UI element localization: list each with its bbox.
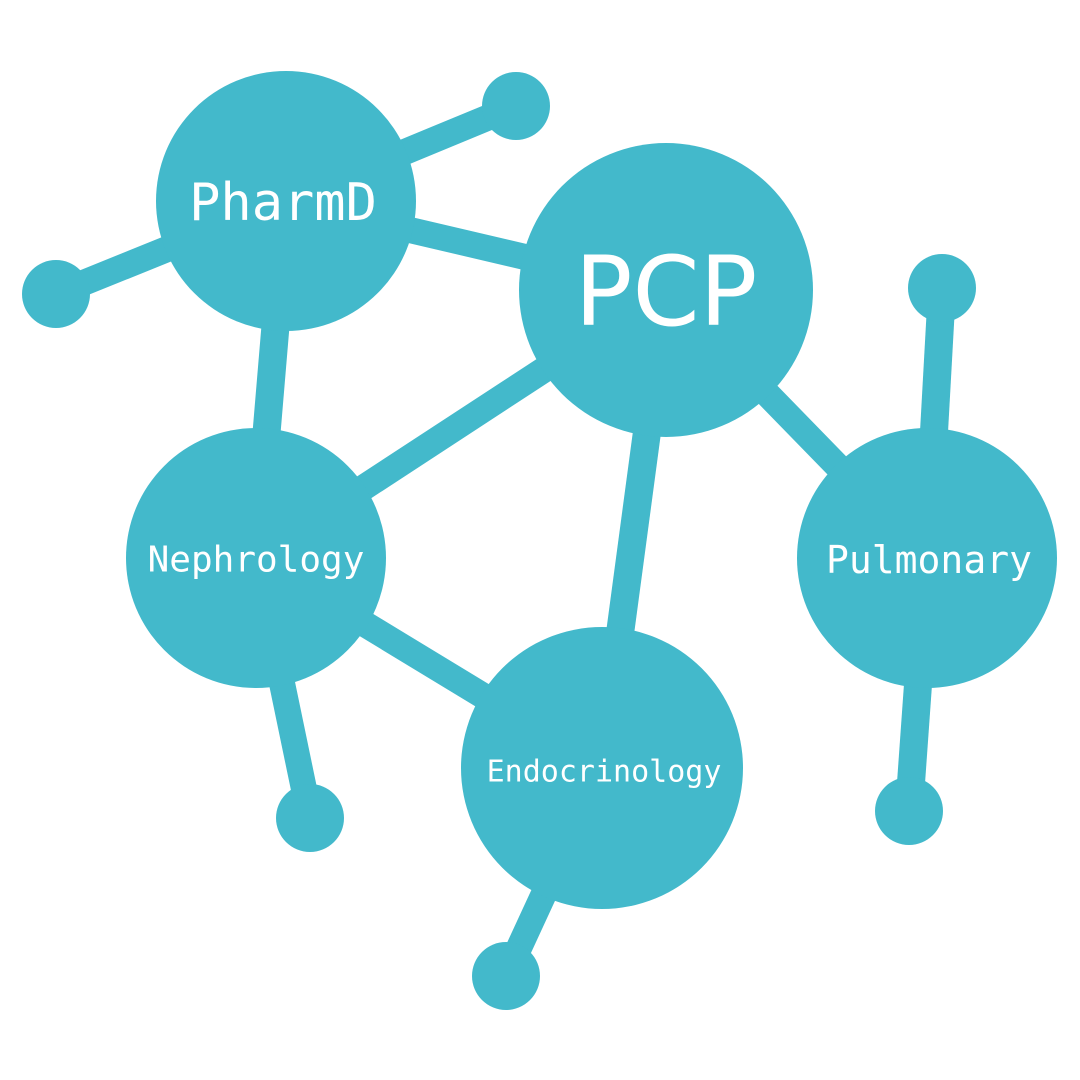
endpoint-pharmd-left — [22, 260, 90, 328]
endpoint-pulmonary-top — [908, 254, 976, 322]
network-diagram: PCP PharmD Nephrology Pulmonary Endocrin… — [0, 0, 1080, 1080]
node-label-endocrinology: Endocrinology — [487, 755, 722, 790]
node-label-pulmonary: Pulmonary — [826, 538, 1032, 582]
endpoint-pulmonary-bottom — [875, 777, 943, 845]
node-label-nephrology: Nephrology — [148, 540, 365, 581]
diagram-canvas: PCP PharmD Nephrology Pulmonary Endocrin… — [22, 71, 1057, 1010]
endpoint-endocrinology-bottom — [472, 942, 540, 1010]
node-label-pcp: PCP — [575, 236, 758, 348]
endpoint-pharmd-top-right — [482, 72, 550, 140]
endpoint-nephrology-bottom — [276, 784, 344, 852]
node-label-pharmd: PharmD — [189, 173, 377, 233]
